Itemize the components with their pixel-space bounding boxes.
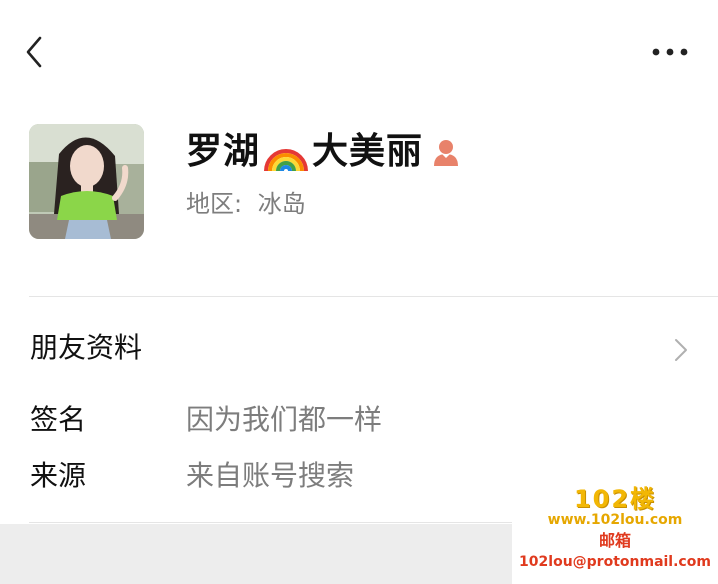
region: 地区: 冰岛 <box>186 184 306 224</box>
avatar[interactable] <box>29 124 144 239</box>
region-value: 冰岛 <box>257 190 306 218</box>
friend-info-row[interactable]: 朋友资料 <box>0 316 718 380</box>
source-label: 来源 <box>30 459 87 492</box>
divider <box>29 296 718 297</box>
source-value: 来自账号搜索 <box>186 459 355 492</box>
back-button[interactable] <box>18 30 54 74</box>
region-label: 地区: <box>186 190 243 218</box>
female-icon <box>431 137 461 167</box>
chevron-right-icon <box>675 339 687 361</box>
nickname: 罗湖 大美丽 <box>186 126 461 178</box>
rainbow-icon <box>262 131 310 173</box>
contact-profile-page: 罗湖 大美丽 地区: 冰岛 朋友资料 签名 因为我们都一样 来源 来自账号搜索 … <box>0 0 718 584</box>
signature-value: 因为我们都一样 <box>186 403 383 436</box>
watermark: 102楼 www.102lou.com 邮箱 102lou@protonmail… <box>512 484 718 584</box>
watermark-site: www.102lou.com <box>547 512 683 528</box>
nickname-part1: 罗湖 <box>186 131 261 172</box>
nickname-part2: 大美丽 <box>312 131 424 172</box>
more-button[interactable] <box>648 36 694 68</box>
friend-info-title: 朋友资料 <box>30 331 143 364</box>
watermark-mail: 102lou@protonmail.com <box>519 554 711 570</box>
watermark-mail-label: 邮箱 <box>598 531 631 550</box>
more-dots-icon <box>652 48 688 56</box>
signature-label: 签名 <box>30 403 87 436</box>
chevron-left-icon <box>26 36 42 68</box>
